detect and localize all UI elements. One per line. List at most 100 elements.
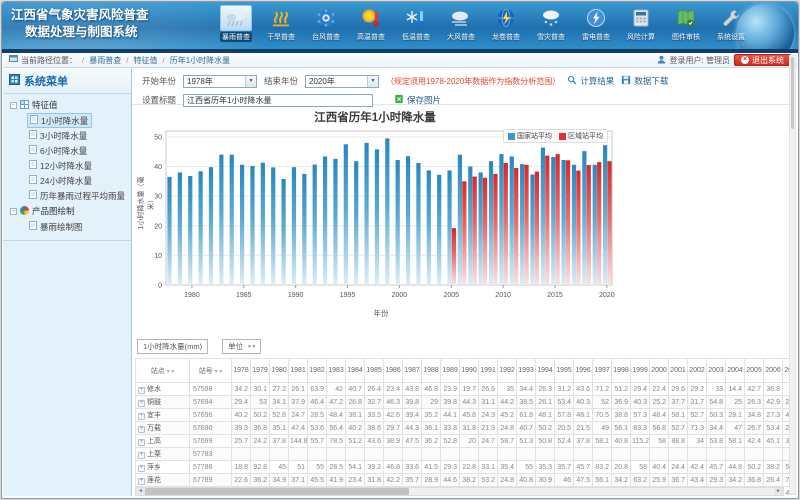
- value-cell: 51.2: [612, 383, 631, 396]
- sidebar-item[interactable]: 3小时降水量: [27, 128, 89, 143]
- logout-button[interactable]: × 退出系统: [734, 54, 791, 66]
- column-header-year[interactable]: 1980: [270, 359, 289, 383]
- scroll-left-arrow[interactable]: ◄: [136, 488, 145, 495]
- toolbar-item-lightning[interactable]: 雷电普查: [574, 5, 618, 42]
- column-header-year[interactable]: 1987: [403, 359, 422, 383]
- column-header-year[interactable]: 1986: [384, 359, 403, 383]
- unit-filter[interactable]: 单位▾ ▾: [222, 339, 261, 354]
- end-year-select[interactable]: 2020年 ▼: [305, 75, 379, 88]
- table-row[interactable]: +上栗57783: [136, 448, 793, 461]
- scrollbar-thumb[interactable]: [145, 488, 409, 495]
- column-header-year[interactable]: 1989: [441, 359, 460, 383]
- column-header-year[interactable]: 1994: [536, 359, 555, 383]
- expand-icon[interactable]: +: [138, 387, 145, 394]
- toolbar-item-rainstorm[interactable]: 暴雨普查: [214, 5, 258, 42]
- value-cell: 70.5: [593, 409, 612, 422]
- sidebar-item[interactable]: 暴雨绘制图: [27, 219, 85, 234]
- sidebar-item[interactable]: 6小时降水量: [27, 143, 89, 158]
- page-vertical-scrollbar[interactable]: [789, 55, 796, 495]
- toolbar-item-low-temp[interactable]: 低温普查: [394, 5, 438, 42]
- breadcrumb-segment-1[interactable]: 暴雨普查: [89, 55, 121, 66]
- column-header-year[interactable]: 1998: [612, 359, 631, 383]
- column-header-station-id[interactable]: 站号▾▾: [190, 359, 232, 383]
- toolbar-item-snow[interactable]: 雪灾普查: [529, 5, 573, 42]
- table-row[interactable]: +万载5769039.336.835.147.453.656.440.238.6…: [136, 422, 793, 435]
- column-header-year[interactable]: 2002: [688, 359, 707, 383]
- value-cell: 42: [327, 383, 346, 396]
- column-header-year[interactable]: 1993: [517, 359, 536, 383]
- column-header-year[interactable]: 1995: [555, 359, 574, 383]
- column-header-year[interactable]: 1984: [346, 359, 365, 383]
- tree-toggle-icon[interactable]: -: [10, 208, 17, 215]
- sidebar-item[interactable]: 12小时降水量: [27, 158, 94, 173]
- table-row[interactable]: +上高5769925.724.237.8144.855.778.551.243.…: [136, 435, 793, 448]
- expand-icon[interactable]: +: [138, 413, 145, 420]
- expand-icon[interactable]: +: [138, 452, 145, 459]
- toolbar-item-drought[interactable]: 干旱普查: [259, 5, 303, 42]
- value-cell: 18.8: [232, 461, 251, 474]
- expand-icon[interactable]: +: [138, 439, 145, 446]
- table-horizontal-scrollbar[interactable]: ◄ ►: [135, 487, 784, 496]
- column-header-year[interactable]: 2001: [669, 359, 688, 383]
- column-header-year[interactable]: 1997: [593, 359, 612, 383]
- column-header-year[interactable]: 2000: [650, 359, 669, 383]
- toolbar-item-calculator[interactable]: 风险计算: [619, 5, 663, 42]
- column-header-year[interactable]: 1999: [631, 359, 650, 383]
- table-row[interactable]: +莲花5778922.636.234.937.145.541.923.431.8…: [136, 474, 793, 487]
- column-header-year[interactable]: 1981: [289, 359, 308, 383]
- table-row[interactable]: +修水5759834.230.127.226.163.94240.726.423…: [136, 383, 793, 396]
- toolbar-item-wind[interactable]: 大风普查: [439, 5, 483, 42]
- expand-icon[interactable]: +: [138, 478, 145, 485]
- start-year-select[interactable]: 1978年 ▼: [183, 75, 257, 88]
- value-cell: 24.2: [251, 435, 270, 448]
- column-header-year[interactable]: 1992: [498, 359, 517, 383]
- value-cell: 47.4: [289, 422, 308, 435]
- breadcrumb-segment-3[interactable]: 历年1小时降水量: [170, 55, 230, 66]
- chart-title-input[interactable]: [183, 94, 373, 107]
- column-header-year[interactable]: 1979: [251, 359, 270, 383]
- column-header-year[interactable]: 2003: [707, 359, 726, 383]
- table-row[interactable]: +铜鼓5769429.45334.137.946.447.226.832.746…: [136, 396, 793, 409]
- column-header-year[interactable]: 1985: [365, 359, 384, 383]
- column-header-year[interactable]: 1983: [327, 359, 346, 383]
- sidebar-item[interactable]: 历年暴雨过程平均雨量: [27, 188, 127, 203]
- column-header-year[interactable]: 1988: [422, 359, 441, 383]
- toolbar-item-typhoon[interactable]: 台风普查: [304, 5, 348, 42]
- toolbar-item-settings[interactable]: 系统设置: [709, 5, 753, 42]
- expand-icon[interactable]: +: [138, 426, 145, 433]
- sidebar-item[interactable]: 24小时降水量: [27, 173, 94, 188]
- value-cell: 31.8: [365, 474, 384, 487]
- toolbar-item-map-review[interactable]: 图件审核: [664, 5, 708, 42]
- download-button[interactable]: 数据下载: [621, 75, 668, 87]
- sidebar-group-2[interactable]: -产品图绘制: [5, 203, 129, 219]
- breadcrumb-segment-2[interactable]: 特征值: [133, 55, 157, 66]
- column-header-station[interactable]: 站点▾▾: [136, 359, 190, 383]
- value-cell: 44.6: [441, 474, 460, 487]
- value-cell: 39.3: [232, 422, 251, 435]
- tree-toggle-icon[interactable]: -: [10, 102, 17, 109]
- scroll-right-arrow[interactable]: ►: [774, 488, 783, 495]
- scrollbar-track[interactable]: [145, 488, 774, 495]
- column-header-year[interactable]: 1982: [308, 359, 327, 383]
- column-header-year[interactable]: 1996: [574, 359, 593, 383]
- table-row[interactable]: +宜丰5769640.250.252.824.728.548.438.133.5…: [136, 409, 793, 422]
- save-image-button[interactable]: 保存图片: [394, 94, 441, 106]
- scrollbar-thumb[interactable]: [791, 57, 794, 129]
- column-header-year[interactable]: 1990: [460, 359, 479, 383]
- expand-icon[interactable]: +: [138, 400, 145, 407]
- sidebar-item[interactable]: 1小时降水量: [27, 113, 92, 128]
- value-cell: 30.1: [251, 383, 270, 396]
- toolbar-item-label: 高温普查: [357, 32, 385, 42]
- column-header-year[interactable]: 2006: [764, 359, 783, 383]
- column-header-year[interactable]: 1978: [232, 359, 251, 383]
- sidebar-group-1[interactable]: -特征值: [5, 97, 129, 113]
- toolbar-item-high-temp[interactable]: 高温普查: [349, 5, 393, 42]
- column-header-year[interactable]: 1991: [479, 359, 498, 383]
- toolbar-item-tornado[interactable]: 龙卷普查: [484, 5, 528, 42]
- column-header-year[interactable]: 2005: [745, 359, 764, 383]
- table-row[interactable]: +萍乡5778618.892.845515528.554.139.246.833…: [136, 461, 793, 474]
- calculate-button[interactable]: 计算结果: [567, 75, 614, 87]
- expand-icon[interactable]: +: [138, 465, 145, 472]
- measure-filter-box[interactable]: 1小时降水量(mm): [137, 339, 208, 354]
- column-header-year[interactable]: 2004: [726, 359, 745, 383]
